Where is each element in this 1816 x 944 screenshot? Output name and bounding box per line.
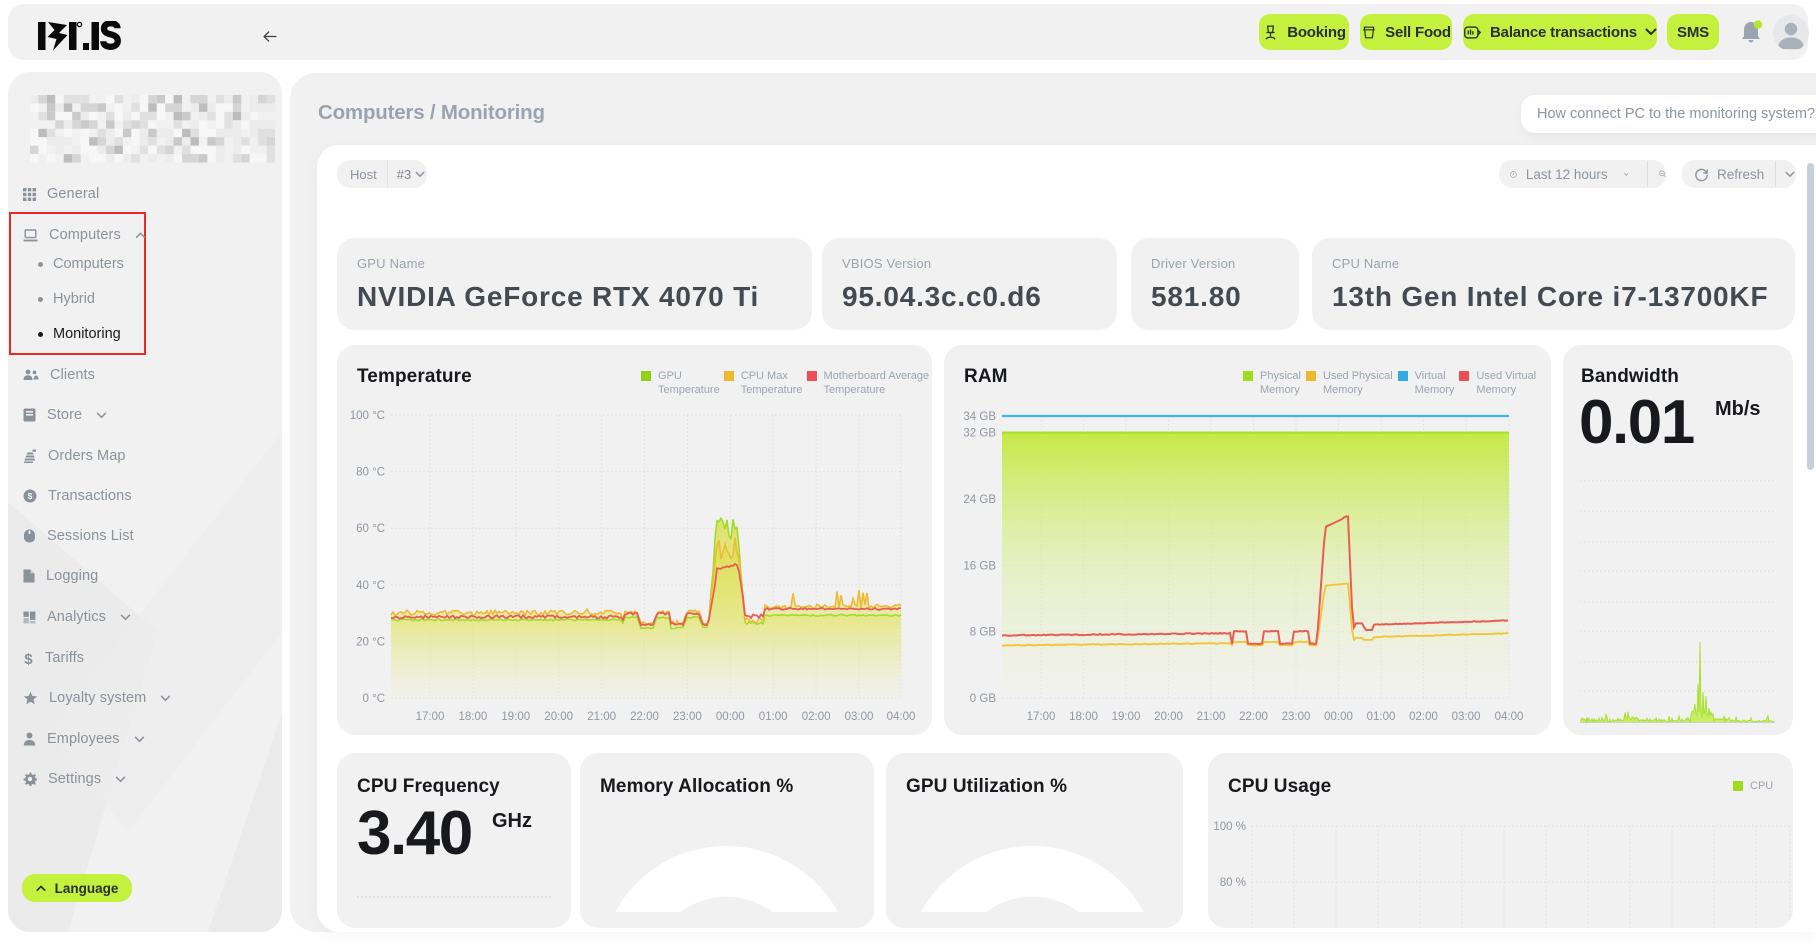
svg-text:20 °C: 20 °C xyxy=(356,636,385,648)
svg-text:23:00: 23:00 xyxy=(673,711,702,723)
svg-text:02:00: 02:00 xyxy=(1409,711,1438,723)
svg-text:03:00: 03:00 xyxy=(1452,711,1481,723)
svg-text:100 %: 100 % xyxy=(1213,821,1246,833)
svg-text:24 GB: 24 GB xyxy=(963,494,996,506)
svg-text:0 °C: 0 °C xyxy=(363,693,386,705)
svg-text:$: $ xyxy=(24,651,33,666)
svg-text:20:00: 20:00 xyxy=(544,711,573,723)
svg-text:22:00: 22:00 xyxy=(1239,711,1268,723)
svg-text:32 GB: 32 GB xyxy=(963,428,996,440)
svg-text:34 GB: 34 GB xyxy=(963,411,996,423)
svg-text:02:00: 02:00 xyxy=(802,711,831,723)
svg-text:04:00: 04:00 xyxy=(1495,711,1524,723)
svg-text:21:00: 21:00 xyxy=(1197,711,1226,723)
svg-text:18:00: 18:00 xyxy=(1069,711,1098,723)
svg-text:100 °C: 100 °C xyxy=(350,410,385,422)
svg-text:$: $ xyxy=(28,491,33,501)
svg-text:01:00: 01:00 xyxy=(1367,711,1396,723)
svg-text:80 %: 80 % xyxy=(1220,877,1246,889)
svg-text:19:00: 19:00 xyxy=(501,711,530,723)
svg-text:03:00: 03:00 xyxy=(845,711,874,723)
svg-text:19:00: 19:00 xyxy=(1112,711,1141,723)
svg-text:0 GB: 0 GB xyxy=(970,693,997,705)
svg-text:17:00: 17:00 xyxy=(416,711,445,723)
svg-text:16 GB: 16 GB xyxy=(963,560,996,572)
svg-text:00:00: 00:00 xyxy=(1324,711,1353,723)
svg-text:20:00: 20:00 xyxy=(1154,711,1183,723)
svg-text:18:00: 18:00 xyxy=(459,711,488,723)
svg-text:60 °C: 60 °C xyxy=(356,523,385,535)
svg-text:80 °C: 80 °C xyxy=(356,467,385,479)
svg-text:00:00: 00:00 xyxy=(716,711,745,723)
svg-text:01:00: 01:00 xyxy=(759,711,788,723)
svg-text:8 GB: 8 GB xyxy=(970,627,997,639)
svg-text:04:00: 04:00 xyxy=(887,711,916,723)
svg-text:21:00: 21:00 xyxy=(587,711,616,723)
svg-text:40 °C: 40 °C xyxy=(356,580,385,592)
svg-text:23:00: 23:00 xyxy=(1282,711,1311,723)
svg-text:22:00: 22:00 xyxy=(630,711,659,723)
svg-text:17:00: 17:00 xyxy=(1027,711,1056,723)
